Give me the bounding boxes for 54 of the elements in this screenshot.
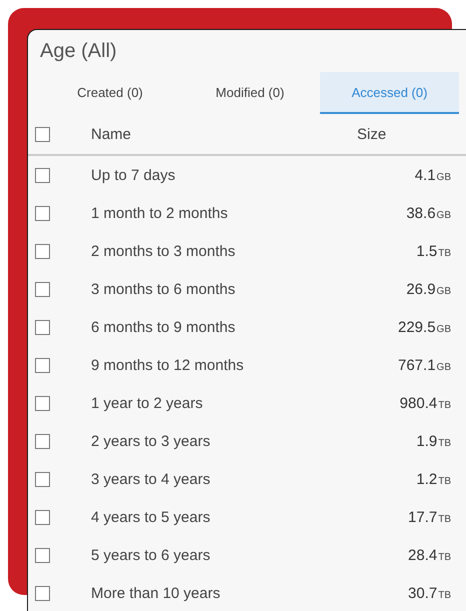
- tab[interactable]: Modified (0): [180, 72, 320, 114]
- size-unit: GB: [436, 172, 451, 182]
- checkbox[interactable]: [35, 586, 50, 600]
- size-value: 1.5: [416, 242, 438, 260]
- table-cell-text: 9 months to 12 months: [91, 356, 245, 374]
- checkbox[interactable]: [35, 548, 50, 562]
- size-unit: GB: [436, 362, 451, 372]
- checkbox[interactable]: [35, 126, 50, 142]
- size-value: 30.7: [408, 584, 438, 602]
- panel-title: Age (All): [39, 39, 118, 64]
- size-unit: TB: [438, 438, 451, 448]
- size-value: 1.2: [416, 470, 438, 488]
- checkbox[interactable]: [35, 320, 50, 334]
- checkbox[interactable]: [35, 358, 50, 372]
- table-cell-text: 3 years to 4 years: [91, 470, 212, 488]
- size-unit: TB: [438, 400, 451, 410]
- size-value: 38.6: [406, 204, 436, 222]
- size-value: 28.4: [408, 546, 438, 564]
- size-value: 767.1: [398, 356, 436, 374]
- column-header: Size: [357, 126, 386, 142]
- table-cell-text: Up to 7 days: [91, 166, 176, 184]
- size-unit: GB: [436, 210, 451, 220]
- size-unit: TB: [438, 590, 451, 600]
- size-value: 17.7: [408, 508, 438, 526]
- size-value: 26.9: [406, 280, 436, 298]
- checkbox[interactable]: [35, 168, 50, 182]
- size-unit: TB: [438, 552, 451, 562]
- checkbox[interactable]: [35, 510, 50, 524]
- table-cell-text: 4 years to 5 years: [91, 508, 212, 526]
- checkbox[interactable]: [35, 282, 50, 296]
- size-unit: GB: [436, 286, 451, 296]
- tab[interactable]: Created (0): [40, 72, 180, 114]
- table-cell-text: 2 months to 3 months: [91, 242, 236, 260]
- table-cell-text: 1 month to 2 months: [91, 204, 229, 222]
- checkbox[interactable]: [35, 206, 50, 220]
- size-unit: TB: [438, 248, 451, 258]
- checkbox[interactable]: [35, 396, 50, 410]
- checkbox[interactable]: [35, 434, 50, 448]
- size-unit: TB: [438, 514, 451, 524]
- table-cell-text: More than 10 years: [91, 584, 222, 602]
- column-header: Name: [91, 126, 132, 142]
- size-unit: GB: [436, 324, 451, 334]
- size-value: 1.9: [416, 432, 438, 450]
- table-cell-text: 5 years to 6 years: [91, 546, 212, 564]
- size-value: 4.1: [414, 166, 436, 184]
- checkbox[interactable]: [35, 244, 50, 258]
- table-cell-text: 2 years to 3 years: [91, 432, 212, 450]
- size-unit: TB: [438, 476, 451, 486]
- checkbox[interactable]: [35, 472, 50, 486]
- table-cell-text: 1 year to 2 years: [91, 394, 204, 412]
- size-value: 229.5: [398, 318, 436, 336]
- table-cell-text: 6 months to 9 months: [91, 318, 236, 336]
- size-value: 980.4: [400, 394, 438, 412]
- table-cell-text: 3 months to 6 months: [91, 280, 236, 298]
